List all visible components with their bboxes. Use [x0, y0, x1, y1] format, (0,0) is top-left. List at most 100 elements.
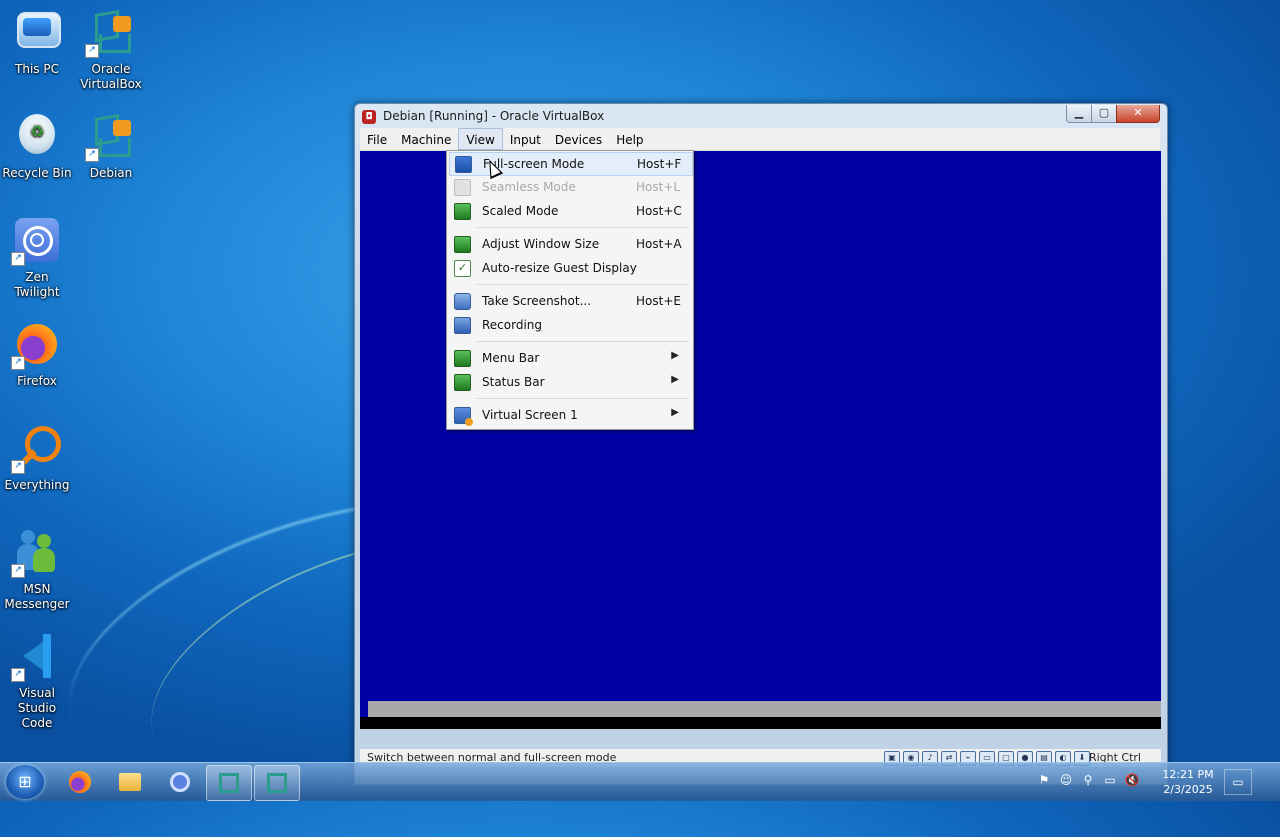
- shortcut-arrow-icon: ↗: [11, 252, 25, 266]
- menu-item-label: Menu Bar: [482, 351, 540, 365]
- firefox-icon: ↗: [11, 320, 61, 370]
- desktop-icon-label: Visual Studio Code: [17, 686, 57, 730]
- taskbar-file-explorer[interactable]: [108, 765, 152, 799]
- desktop-icon-zen-twilight[interactable]: ↗ Zen Twilight: [1, 212, 73, 300]
- taskbar-debian-vm[interactable]: [254, 765, 300, 801]
- full-screen-icon: [455, 156, 472, 173]
- taskbar-virtualbox[interactable]: [206, 765, 252, 801]
- clock[interactable]: 12:21 PM 2/3/2025: [1160, 767, 1216, 797]
- seamless-icon: [454, 179, 471, 196]
- menu-item-label: Virtual Screen 1: [482, 408, 578, 422]
- desktop-icon-label: Recycle Bin: [2, 166, 72, 180]
- recycle-bin-icon: ♻: [13, 112, 61, 160]
- maximize-button[interactable]: ▢: [1091, 105, 1117, 123]
- guest-scroll-band: [368, 701, 1161, 717]
- taskbar-zen-browser[interactable]: [158, 765, 202, 799]
- submenu-arrow-icon: ▶: [671, 407, 679, 418]
- desktop-icon-msn-messenger[interactable]: ↗ MSN Messenger: [1, 524, 73, 612]
- desktop-icon-label: Oracle VirtualBox: [80, 62, 142, 91]
- recording-icon: [454, 317, 471, 334]
- msn-messenger-icon: ↗: [11, 528, 61, 578]
- desktop-icon-recycle-bin[interactable]: ♻ Recycle Bin: [1, 108, 73, 181]
- menu-item-menu-bar[interactable]: Menu Bar ▶: [449, 347, 691, 369]
- clock-date: 2/3/2025: [1163, 783, 1213, 796]
- menu-item-shortcut: Host+E: [636, 294, 681, 308]
- camera-icon: [454, 293, 471, 310]
- search-magnifier-icon[interactable]: ⚲: [1080, 772, 1096, 788]
- menu-item-seamless-mode: Seamless Mode Host+L: [449, 176, 691, 198]
- virtualbox-icon: ↗: [85, 8, 135, 58]
- menu-item-virtual-screen-1[interactable]: Virtual Screen 1 ▶: [449, 404, 691, 426]
- network-icon[interactable]: ▭: [1102, 772, 1118, 788]
- menu-help[interactable]: Help: [609, 128, 650, 150]
- desktop-icon-everything[interactable]: ↗ Everything: [1, 420, 73, 493]
- desktop-icon-oracle-virtualbox[interactable]: ↗ Oracle VirtualBox: [75, 4, 147, 92]
- shortcut-arrow-icon: ↗: [11, 564, 25, 578]
- computer-icon: [13, 8, 61, 56]
- desktop-icon-visual-studio-code[interactable]: ↗ Visual Studio Code: [1, 628, 73, 731]
- menu-separator: [477, 341, 689, 342]
- file-explorer-icon: [119, 773, 141, 791]
- menu-item-shortcut: Host+L: [636, 180, 681, 194]
- minimize-button[interactable]: ▁: [1066, 105, 1092, 123]
- menu-item-scaled-mode[interactable]: Scaled Mode Host+C: [449, 200, 691, 222]
- desktop-icon-label: MSN Messenger: [4, 582, 70, 611]
- menu-input[interactable]: Input: [503, 128, 548, 150]
- menu-separator: [477, 398, 689, 399]
- menu-item-status-bar[interactable]: Status Bar ▶: [449, 371, 691, 393]
- menu-item-label: Scaled Mode: [482, 204, 559, 218]
- vscode-icon: ↗: [11, 632, 61, 682]
- window-title: Debian [Running] - Oracle VirtualBox: [383, 109, 605, 123]
- start-button[interactable]: ⊞: [6, 765, 44, 799]
- search-magnifier-icon: ↗: [11, 424, 61, 474]
- taskbar-firefox[interactable]: [58, 765, 102, 799]
- menu-item-take-screenshot[interactable]: Take Screenshot... Host+E: [449, 290, 691, 312]
- taskbar: ⊞ ⚑ ☺ ⚲ ▭ 🔇 12:21 PM 2/3/2025 ▭: [0, 762, 1280, 801]
- zen-browser-icon: [170, 772, 190, 792]
- action-center-flag-icon[interactable]: ⚑: [1036, 772, 1052, 788]
- menu-file[interactable]: File: [360, 128, 394, 150]
- zen-browser-icon: ↗: [11, 216, 61, 266]
- menu-machine[interactable]: Machine: [394, 128, 458, 150]
- menu-item-auto-resize-guest-display[interactable]: ✓ Auto-resize Guest Display: [449, 257, 691, 279]
- desktop-icon-firefox[interactable]: ↗ Firefox: [1, 316, 73, 389]
- menu-item-shortcut: Host+C: [636, 204, 682, 218]
- virtualbox-icon: [267, 773, 287, 793]
- notifications-icon[interactable]: ▭: [1224, 769, 1252, 795]
- adjust-window-icon: [454, 236, 471, 253]
- people-icon[interactable]: ☺: [1058, 772, 1074, 788]
- desktop-icon-debian[interactable]: ↗ Debian: [75, 108, 147, 181]
- close-button[interactable]: ✕: [1116, 105, 1160, 123]
- menu-devices[interactable]: Devices: [548, 128, 609, 150]
- shortcut-arrow-icon: ↗: [11, 460, 25, 474]
- menu-item-shortcut: Host+F: [637, 157, 682, 171]
- view-menu-dropdown: Full-screen Mode Host+F Seamless Mode Ho…: [446, 150, 694, 430]
- shortcut-arrow-icon: ↗: [11, 668, 25, 682]
- desktop-icon-label: Zen Twilight: [14, 270, 60, 299]
- desktop-icon-this-pc[interactable]: This PC: [1, 4, 73, 77]
- menu-item-label: Auto-resize Guest Display: [482, 261, 637, 275]
- menu-item-label: Recording: [482, 318, 543, 332]
- virtualbox-icon: ↗: [85, 112, 135, 162]
- volume-muted-icon[interactable]: 🔇: [1124, 772, 1140, 788]
- checkbox-checked-icon: ✓: [454, 260, 471, 277]
- menu-item-label: Adjust Window Size: [482, 237, 600, 251]
- menu-separator: [477, 227, 689, 228]
- system-tray: ⚑ ☺ ⚲ ▭ 🔇: [1036, 772, 1140, 788]
- virtual-screen-icon: [454, 407, 473, 426]
- firefox-icon: [69, 771, 91, 793]
- menu-item-adjust-window-size[interactable]: Adjust Window Size Host+A: [449, 233, 691, 255]
- virtualbox-icon: [219, 773, 239, 793]
- desktop-icon-label: Firefox: [17, 374, 57, 388]
- menu-bar-icon: [454, 350, 471, 367]
- menu-bar: File Machine View Input Devices Help: [360, 128, 1160, 151]
- status-bar-icon: [454, 374, 471, 391]
- menu-item-label: Seamless Mode: [482, 180, 576, 194]
- window-titlebar[interactable]: ◘ Debian [Running] - Oracle VirtualBox ▁…: [355, 104, 1167, 128]
- submenu-arrow-icon: ▶: [671, 350, 679, 361]
- menu-item-shortcut: Host+A: [636, 237, 682, 251]
- shortcut-arrow-icon: ↗: [85, 44, 99, 58]
- menu-item-label: Take Screenshot...: [482, 294, 592, 308]
- menu-view[interactable]: View: [458, 128, 503, 150]
- menu-item-recording[interactable]: Recording: [449, 314, 691, 336]
